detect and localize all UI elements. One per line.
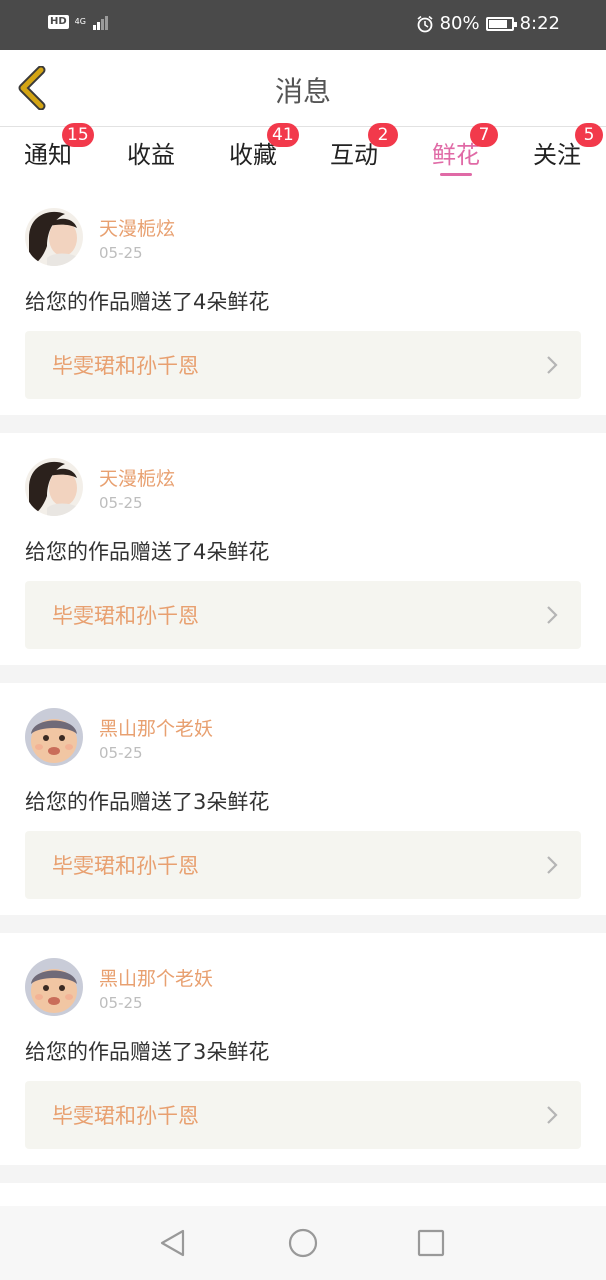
tab-label: 收益 (127, 141, 175, 169)
divider (0, 1165, 606, 1183)
work-link[interactable]: 毕雯珺和孙千恩 (25, 581, 581, 649)
list-item: 天漫栀炫 05-25 给您的作品赠送了4朵鲜花 毕雯珺和孙千恩 (0, 433, 606, 665)
tab-label: 通知 (24, 141, 72, 169)
avatar-baby-icon (25, 708, 83, 766)
message-date: 05-25 (99, 244, 143, 262)
back-triangle-icon (160, 1229, 185, 1257)
message-date: 05-25 (99, 744, 143, 762)
message-text: 给您的作品赠送了3朵鲜花 (25, 1040, 270, 1064)
count-badge: 5 (575, 123, 603, 147)
message-date: 05-25 (99, 994, 143, 1012)
divider (0, 665, 606, 683)
sender-name[interactable]: 黑山那个老妖 (99, 964, 213, 991)
list-item: 黑山那个老妖 05-25 给您的作品赠送了3朵鲜花 毕雯珺和孙千恩 (0, 933, 606, 1165)
tab-notifications[interactable]: 通知 15 (24, 123, 94, 170)
tab-favorites[interactable]: 收藏 41 (229, 123, 299, 170)
status-left: HD 4G (48, 14, 110, 30)
divider (0, 415, 606, 433)
chevron-right-icon (547, 1106, 558, 1124)
work-title: 毕雯珺和孙千恩 (52, 854, 199, 878)
count-badge: 7 (470, 123, 498, 147)
work-link[interactable]: 毕雯珺和孙千恩 (25, 1081, 581, 1149)
signal-icon (92, 16, 108, 30)
sender-name[interactable]: 天漫栀炫 (99, 214, 175, 241)
tab-label: 鲜花 (432, 141, 480, 169)
work-title: 毕雯珺和孙千恩 (52, 1104, 199, 1128)
count-badge: 2 (368, 123, 398, 147)
network-type: 4G (74, 17, 86, 26)
tab-label: 互动 (330, 141, 378, 169)
tab-label: 收藏 (229, 141, 277, 169)
work-link[interactable]: 毕雯珺和孙千恩 (25, 331, 581, 399)
clock: 8:22 (519, 13, 560, 34)
avatar-baby-icon (25, 958, 83, 1016)
tab-bar: 通知 15 收益 收藏 41 互动 2 鲜花 7 关注 5 (0, 123, 606, 183)
home-circle-icon (288, 1228, 318, 1258)
avatar-woman-icon (25, 208, 83, 266)
message-list[interactable]: 天漫栀炫 05-25 给您的作品赠送了4朵鲜花 毕雯珺和孙千恩 天漫栀炫 05-… (0, 183, 606, 1183)
chevron-right-icon (547, 856, 558, 874)
app-header: 消息 (0, 50, 606, 127)
list-item: 天漫栀炫 05-25 给您的作品赠送了4朵鲜花 毕雯珺和孙千恩 (0, 183, 606, 415)
status-right: 80% 8:22 (416, 13, 560, 34)
sender-name[interactable]: 黑山那个老妖 (99, 714, 213, 741)
nav-home-button[interactable] (286, 1226, 320, 1260)
work-title: 毕雯珺和孙千恩 (52, 354, 199, 378)
message-text: 给您的作品赠送了4朵鲜花 (25, 540, 270, 564)
page-title: 消息 (274, 75, 331, 108)
divider (0, 915, 606, 933)
system-nav-bar (0, 1206, 606, 1280)
active-tab-indicator (440, 173, 472, 176)
tab-interactions[interactable]: 互动 2 (330, 123, 398, 170)
count-badge: 41 (267, 123, 299, 147)
tab-follows[interactable]: 关注 5 (533, 123, 603, 170)
nav-recents-button[interactable] (414, 1226, 448, 1260)
hd-icon: HD (48, 15, 69, 29)
tab-label: 关注 (533, 141, 581, 169)
status-bar: HD 4G 80% 8:22 (0, 0, 606, 50)
message-text: 给您的作品赠送了4朵鲜花 (25, 290, 270, 314)
nav-back-button[interactable] (156, 1226, 190, 1260)
avatar-woman-icon (25, 458, 83, 516)
avatar[interactable] (25, 708, 83, 766)
work-link[interactable]: 毕雯珺和孙千恩 (25, 831, 581, 899)
battery-icon (485, 16, 517, 31)
sender-name[interactable]: 天漫栀炫 (99, 464, 175, 491)
recents-square-icon (417, 1229, 445, 1257)
tab-flowers[interactable]: 鲜花 7 (432, 123, 498, 170)
message-text: 给您的作品赠送了3朵鲜花 (25, 790, 270, 814)
message-date: 05-25 (99, 494, 143, 512)
avatar[interactable] (25, 458, 83, 516)
avatar[interactable] (25, 208, 83, 266)
alarm-icon (417, 15, 433, 32)
list-item: 黑山那个老妖 05-25 给您的作品赠送了3朵鲜花 毕雯珺和孙千恩 (0, 683, 606, 915)
chevron-right-icon (547, 356, 558, 374)
avatar[interactable] (25, 958, 83, 1016)
battery-percent: 80% (439, 13, 480, 34)
work-title: 毕雯珺和孙千恩 (52, 604, 199, 628)
count-badge: 15 (62, 123, 94, 147)
tab-earnings[interactable]: 收益 (127, 135, 175, 170)
battery-fill (488, 19, 507, 28)
chevron-right-icon (547, 606, 558, 624)
